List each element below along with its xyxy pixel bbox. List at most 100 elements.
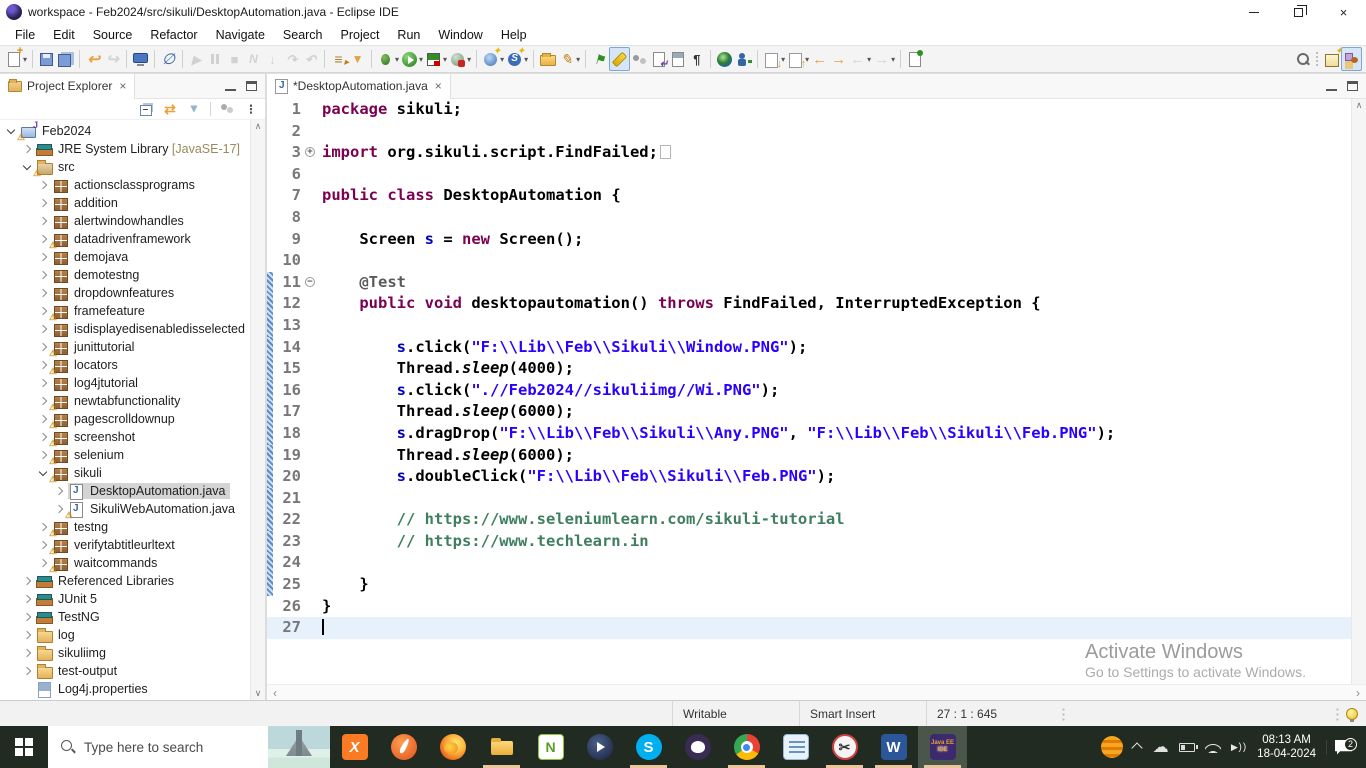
code-line-7[interactable]: 7 public class DesktopAutomation { bbox=[267, 185, 1351, 207]
show-hidden-icons-chevron[interactable] bbox=[1133, 742, 1143, 752]
search-highlight-image[interactable] bbox=[268, 726, 330, 768]
tab-desktopautomation[interactable]: *DesktopAutomation.java × bbox=[267, 73, 451, 99]
editor-tab-close-icon[interactable]: × bbox=[435, 79, 442, 93]
tree-item-sikuliimg[interactable]: sikuliimg bbox=[0, 644, 250, 662]
run-button[interactable]: ▾ bbox=[400, 47, 424, 71]
scroll-down-icon[interactable]: ∨ bbox=[255, 688, 262, 699]
action-center-button[interactable]: 2 bbox=[1326, 737, 1360, 755]
chevron-right-icon[interactable] bbox=[20, 577, 36, 586]
tree-item-framefeature[interactable]: framefeature bbox=[0, 302, 250, 320]
dropdown-arrow-icon[interactable]: ▾ bbox=[23, 55, 27, 64]
menu-source[interactable]: Source bbox=[84, 26, 142, 44]
next-annotation-button[interactable]: ▾ bbox=[762, 47, 786, 71]
taskbar-apache-button[interactable] bbox=[379, 726, 428, 768]
dropdown-arrow-icon[interactable]: ▾ bbox=[419, 55, 423, 64]
dropdown-arrow-icon[interactable]: ▾ bbox=[443, 55, 447, 64]
code-line-17[interactable]: 17 Thread.sleep(6000); bbox=[267, 401, 1351, 423]
restore-button[interactable] bbox=[1276, 0, 1321, 24]
close-button[interactable]: × bbox=[1321, 0, 1366, 24]
chevron-right-icon[interactable] bbox=[20, 631, 36, 640]
tree-item-selenium[interactable]: selenium bbox=[0, 446, 250, 464]
code-line-23[interactable]: 23 // https://www.techlearn.in bbox=[267, 530, 1351, 553]
explorer-scrollbar[interactable]: ∧ ∨ bbox=[250, 120, 265, 700]
explorer-tab-close-icon[interactable]: × bbox=[119, 79, 126, 93]
menu-run[interactable]: Run bbox=[388, 26, 429, 44]
code-line-22[interactable]: 22 // https://www.seleniumlearn.com/siku… bbox=[267, 509, 1351, 531]
focus-on-active-task-icon[interactable] bbox=[219, 101, 235, 117]
link-with-editor-icon[interactable] bbox=[162, 101, 178, 117]
chevron-right-icon[interactable] bbox=[36, 289, 52, 298]
tree-item-testng[interactable]: TestNG bbox=[0, 608, 250, 626]
scroll-left-icon[interactable]: ‹ bbox=[273, 686, 277, 700]
explorer-minimize-icon[interactable] bbox=[225, 88, 236, 92]
tab-project-explorer[interactable]: Project Explorer × bbox=[0, 73, 136, 99]
taskbar-chrome-button[interactable] bbox=[722, 726, 771, 768]
disconnect-button[interactable] bbox=[244, 47, 263, 71]
chevron-right-icon[interactable] bbox=[20, 613, 36, 622]
tree-item-sikuliwebautomation-java[interactable]: SikuliWebAutomation.java bbox=[0, 500, 250, 519]
chevron-right-icon[interactable] bbox=[20, 145, 36, 154]
code-line-26[interactable]: 26} bbox=[267, 596, 1351, 618]
perspective-javaee-button[interactable] bbox=[1341, 47, 1362, 71]
speaker-icon[interactable] bbox=[1231, 742, 1248, 753]
tree-item-verifytabtitleurltext[interactable]: verifytabtitleurltext bbox=[0, 536, 250, 554]
scroll-up-icon[interactable]: ∧ bbox=[255, 121, 262, 132]
tree-item-feb2024[interactable]: Feb2024 bbox=[0, 120, 250, 140]
chevron-right-icon[interactable] bbox=[36, 379, 52, 388]
dropdown-arrow-icon[interactable]: ▾ bbox=[867, 55, 871, 64]
taskbar-snipping-tool-button[interactable] bbox=[820, 726, 869, 768]
chevron-right-icon[interactable] bbox=[20, 649, 36, 658]
save-all-button[interactable] bbox=[56, 47, 75, 71]
collapsed-code-box[interactable] bbox=[659, 145, 671, 160]
pin-editor-button[interactable] bbox=[590, 47, 609, 71]
show-whitespace-button[interactable] bbox=[687, 47, 706, 71]
code-line-1[interactable]: 1 package sikuli; bbox=[267, 99, 1351, 121]
tree-item-addition[interactable]: addition bbox=[0, 194, 250, 212]
chevron-right-icon[interactable] bbox=[36, 271, 52, 280]
menu-navigate[interactable]: Navigate bbox=[207, 26, 274, 44]
tree-item-newtabfunctionality[interactable]: newtabfunctionality bbox=[0, 392, 250, 410]
last-edit-location-button[interactable] bbox=[668, 47, 687, 71]
new-untitled-file-button[interactable] bbox=[905, 47, 924, 71]
show-selected-element-button[interactable] bbox=[630, 47, 649, 71]
editor-minimize-icon[interactable] bbox=[1326, 88, 1337, 92]
profile-button[interactable]: ▾ bbox=[448, 47, 472, 71]
smart-assist-bulb-icon[interactable] bbox=[1346, 707, 1358, 722]
code-line-2[interactable]: 2 bbox=[267, 121, 1351, 143]
next-edit-location-button[interactable] bbox=[649, 47, 668, 71]
minimize-button[interactable] bbox=[1231, 0, 1276, 24]
run-tool-config-button[interactable] bbox=[348, 47, 367, 71]
honeygain-tray-icon[interactable] bbox=[1100, 736, 1123, 758]
open-web-browser-button[interactable] bbox=[715, 47, 734, 71]
chevron-right-icon[interactable] bbox=[36, 199, 52, 208]
undo-button[interactable] bbox=[84, 47, 103, 71]
taskbar-file-explorer-button[interactable] bbox=[477, 726, 526, 768]
taskbar-search[interactable]: Type here to search bbox=[48, 726, 330, 768]
forward-button[interactable]: ▾ bbox=[872, 47, 896, 71]
code-line-13[interactable]: 13 bbox=[267, 314, 1351, 337]
onedrive-cloud-icon[interactable]: ☁ bbox=[1153, 737, 1169, 757]
chevron-right-icon[interactable] bbox=[36, 181, 52, 190]
code-line-25[interactable]: 25 } bbox=[267, 574, 1351, 596]
code-line-12[interactable]: 12 public void desktopautomation() throw… bbox=[267, 293, 1351, 315]
terminate-button[interactable] bbox=[225, 47, 244, 71]
tree-item-sikuli[interactable]: sikuli bbox=[0, 464, 250, 482]
code-line-14[interactable]: 14 s.click("F:\\Lib\\Feb\\Sikuli\\Window… bbox=[267, 336, 1351, 359]
new-servlet-button[interactable]: ▾ bbox=[481, 47, 505, 71]
scroll-right-icon[interactable]: › bbox=[1356, 686, 1360, 700]
battery-icon[interactable] bbox=[1178, 742, 1198, 752]
chevron-right-icon[interactable] bbox=[52, 487, 68, 496]
menu-help[interactable]: Help bbox=[492, 26, 536, 44]
save-button[interactable] bbox=[37, 47, 56, 71]
open-perspective-button[interactable] bbox=[1322, 47, 1343, 71]
code-editor[interactable]: 1 package sikuli; 2 3 + import org.sikuli.scr… bbox=[267, 99, 1351, 684]
tree-item-testng[interactable]: testng bbox=[0, 518, 250, 536]
run-external-tools-button[interactable] bbox=[734, 47, 753, 71]
step-into-button[interactable] bbox=[263, 47, 282, 71]
tree-item-junittutorial[interactable]: junittutorial bbox=[0, 338, 250, 356]
taskbar-xampp-button[interactable]: X bbox=[330, 726, 379, 768]
chevron-right-icon[interactable] bbox=[20, 667, 36, 676]
tree-item-demojava[interactable]: demojava bbox=[0, 248, 250, 266]
code-line-8[interactable]: 8 bbox=[267, 207, 1351, 229]
code-line-10[interactable]: 10 bbox=[267, 250, 1351, 272]
